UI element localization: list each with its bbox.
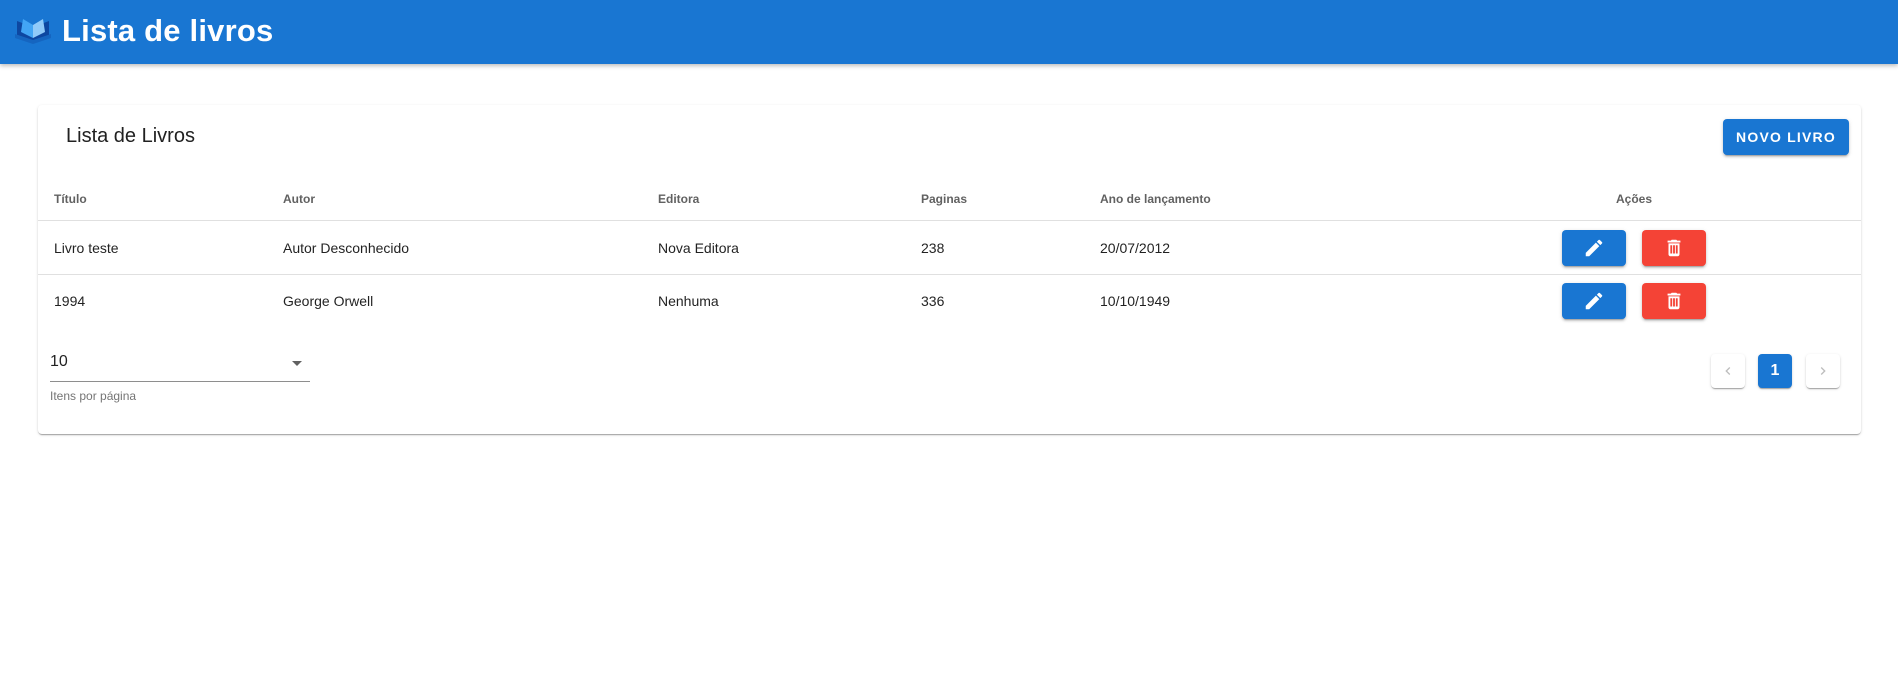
select-underline xyxy=(50,381,310,382)
app-bar: Lista de livros xyxy=(0,0,1898,64)
open-book-icon xyxy=(15,19,51,44)
previous-page-button[interactable] xyxy=(1711,354,1745,388)
header-editora[interactable]: Editora xyxy=(658,192,699,206)
pencil-icon xyxy=(1585,239,1603,257)
header-autor[interactable]: Autor xyxy=(283,192,315,206)
header-ano[interactable]: Ano de lançamento xyxy=(1100,192,1211,206)
edit-button[interactable] xyxy=(1562,230,1626,266)
cell-editora: Nenhuma xyxy=(658,293,719,309)
card-title: Lista de Livros xyxy=(66,125,195,147)
chevron-right-icon xyxy=(1820,367,1826,375)
items-per-page-label: Itens por página xyxy=(50,389,137,403)
chevron-left-icon xyxy=(1725,367,1731,375)
new-book-button[interactable]: NOVO LIVRO xyxy=(1723,119,1849,155)
cell-paginas: 238 xyxy=(921,240,945,256)
cell-ano: 10/10/1949 xyxy=(1100,293,1171,309)
header-titulo[interactable]: Título xyxy=(54,192,87,206)
cell-autor: Autor Desconhecido xyxy=(283,240,410,256)
edit-button[interactable] xyxy=(1562,283,1626,319)
table-header: Título Autor Editora Paginas Ano de lanç… xyxy=(38,179,1861,221)
delete-button[interactable] xyxy=(1642,283,1706,319)
cell-titulo: Livro teste xyxy=(54,240,119,256)
delete-button[interactable] xyxy=(1642,230,1706,266)
cell-ano: 20/07/2012 xyxy=(1100,240,1171,256)
page-button-current[interactable]: 1 xyxy=(1758,354,1792,388)
page-title: Lista de livros xyxy=(62,13,274,48)
cell-autor: George Orwell xyxy=(283,293,374,309)
trash-icon xyxy=(1667,292,1681,310)
books-card: Lista de Livros NOVO LIVRO Título Autor … xyxy=(38,105,1861,434)
table-row: 1994 George Orwell Nenhuma 336 10/10/194… xyxy=(38,275,1861,328)
cell-editora: Nova Editora xyxy=(658,240,739,256)
cell-titulo: 1994 xyxy=(54,293,86,309)
next-page-button[interactable] xyxy=(1806,354,1840,388)
trash-icon xyxy=(1667,239,1681,257)
chevron-down-icon[interactable] xyxy=(292,361,302,366)
header-paginas[interactable]: Paginas xyxy=(921,192,967,206)
table-row: Livro teste Autor Desconhecido Nova Edit… xyxy=(38,222,1861,275)
pencil-icon xyxy=(1585,292,1603,310)
header-acoes: Ações xyxy=(1616,192,1653,206)
cell-paginas: 336 xyxy=(921,293,945,309)
items-per-page-value[interactable]: 10 xyxy=(50,353,68,371)
